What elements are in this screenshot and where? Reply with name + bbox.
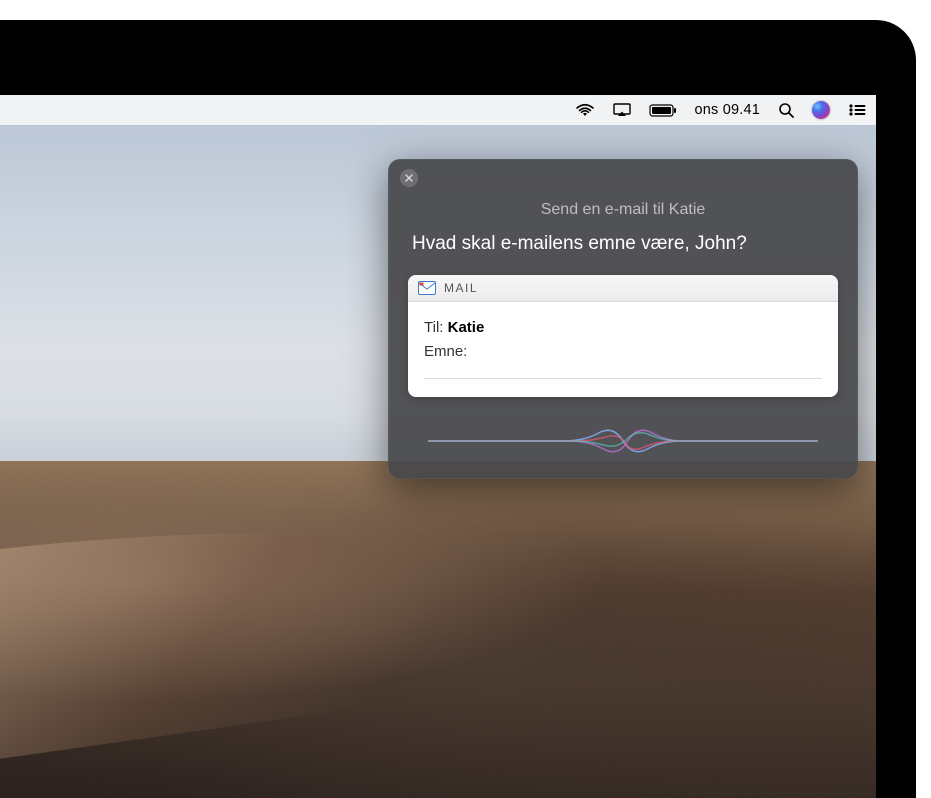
- siri-panel: Send en e-mail til Katie Hvad skal e-mai…: [388, 159, 858, 479]
- mail-app-icon: [418, 281, 436, 295]
- mail-compose-card[interactable]: MAIL Til: Katie Emne:: [408, 275, 838, 397]
- mail-divider: [424, 378, 822, 379]
- menubar-clock[interactable]: ons 09.41: [695, 102, 761, 118]
- close-button[interactable]: [400, 169, 418, 187]
- mail-subject-label: Emne:: [424, 343, 467, 360]
- mail-app-title: MAIL: [444, 281, 478, 295]
- mail-card-header: MAIL: [408, 275, 838, 302]
- screen: ons 09.41: [0, 95, 876, 798]
- wifi-icon[interactable]: [575, 103, 595, 117]
- battery-icon[interactable]: [649, 104, 677, 117]
- mail-to-line: Til: Katie: [424, 316, 822, 340]
- spotlight-icon[interactable]: [778, 102, 794, 118]
- mail-to-label: Til:: [424, 319, 443, 336]
- mail-to-value: Katie: [448, 319, 485, 336]
- mail-card-body: Til: Katie Emne:: [408, 302, 838, 397]
- siri-user-prompt: Send en e-mail til Katie: [388, 201, 858, 219]
- siri-icon[interactable]: [812, 101, 830, 119]
- menubar: ons 09.41: [0, 95, 876, 125]
- siri-waveform-icon: [388, 419, 858, 463]
- notification-center-icon[interactable]: [848, 103, 866, 117]
- mail-subject-line: Emne:: [424, 340, 822, 364]
- siri-response-text: Hvad skal e-mailens emne være, John?: [412, 233, 834, 255]
- airplay-icon[interactable]: [613, 103, 631, 117]
